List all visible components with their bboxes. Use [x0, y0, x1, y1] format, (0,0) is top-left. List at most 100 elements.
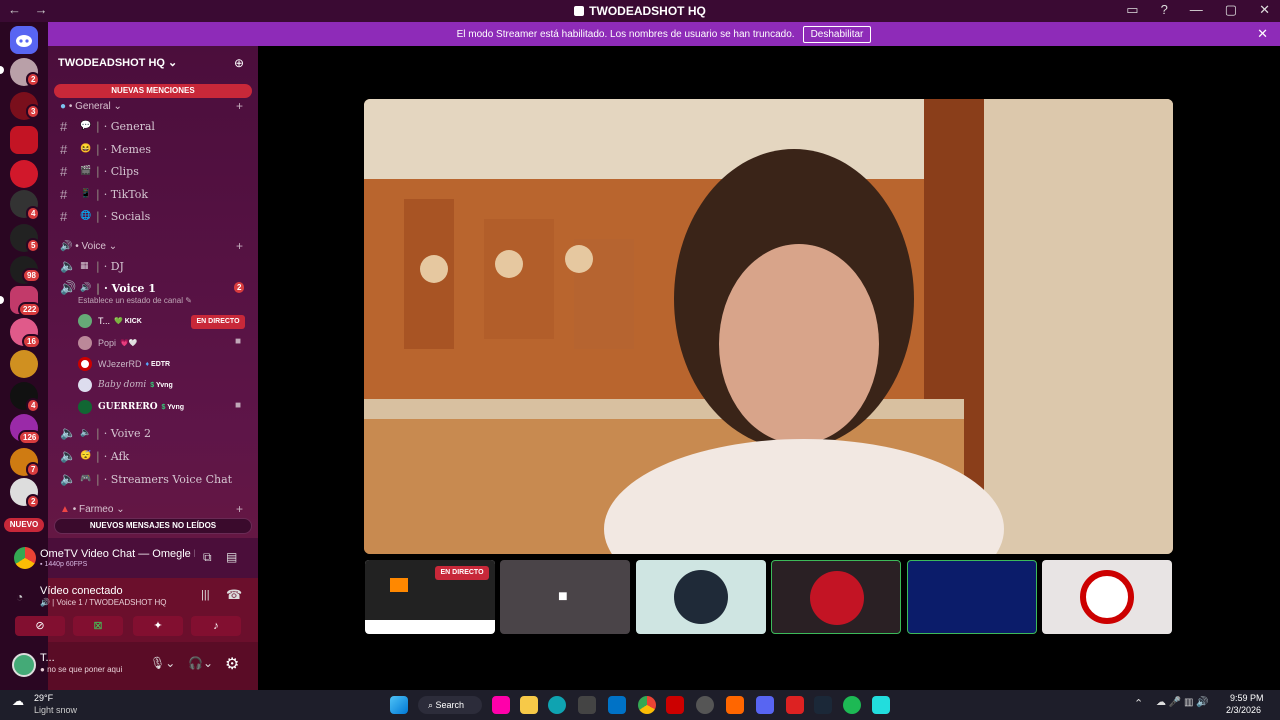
channel-streamers[interactable]: 🔈 🎮 | · Streamers Voice Chat: [60, 469, 250, 489]
participant-tile[interactable]: [771, 560, 901, 634]
speaker-icon: 🔈: [60, 448, 77, 463]
channel-tiktok[interactable]: # 📱 | · TikTok: [60, 184, 250, 204]
channel-general[interactable]: # 💬 | · General: [60, 116, 250, 136]
server-name-header[interactable]: TWODEADSHOT HQ ⌄: [58, 56, 177, 69]
voice-channel-info[interactable]: 🔊 | Voice 1 / TWODEADSHOT HQ: [40, 598, 166, 607]
channel-voice1[interactable]: 🔊 🔊 | · Voice 1: [60, 278, 250, 298]
disable-button[interactable]: Deshabilitar: [802, 25, 872, 43]
chrome-icon[interactable]: [638, 696, 656, 714]
clock-time[interactable]: 9:59 PM: [1230, 693, 1264, 703]
avatar[interactable]: [12, 653, 36, 677]
discord-icon[interactable]: [756, 696, 774, 714]
soundboard-icon: ♪: [213, 620, 219, 632]
store-icon[interactable]: [578, 696, 596, 714]
close-icon[interactable]: ✕: [1257, 26, 1268, 42]
speaker-icon: 🔊: [80, 283, 92, 293]
speaker-icon: 🔈: [80, 428, 92, 438]
screen-share-icon[interactable]: ⧉: [203, 550, 212, 565]
inbox-icon[interactable]: ▭: [1126, 2, 1138, 18]
participant-tile[interactable]: ■: [500, 560, 630, 634]
channel-label: · Voice 1: [104, 281, 156, 295]
edge-icon[interactable]: [548, 696, 566, 714]
add-member-icon[interactable]: ⊕: [234, 56, 244, 70]
app-icon[interactable]: [786, 696, 804, 714]
minimize-button[interactable]: —: [1190, 2, 1203, 18]
tray-icons[interactable]: ☁ 🎤 ▥ 🔊: [1156, 697, 1209, 708]
camera-icon: ■: [235, 336, 242, 347]
new-messages-pill[interactable]: NUEVOS MENSAJES NO LEÍDOS: [54, 518, 252, 534]
headphones-icon[interactable]: 🎧⌄: [188, 656, 213, 670]
file-explorer-icon[interactable]: [520, 696, 538, 714]
channel-memes[interactable]: # 😆 | · Memes: [60, 139, 250, 159]
github-icon[interactable]: [696, 696, 714, 714]
speaker-icon: 🔈: [60, 471, 77, 486]
avatar: [78, 400, 92, 414]
avatar: [78, 314, 92, 328]
soundboard-button[interactable]: ♪: [191, 616, 241, 636]
signal-icon[interactable]: ◔: [16, 590, 23, 604]
copilot-icon[interactable]: [492, 696, 510, 714]
weather-icon[interactable]: ☁: [12, 694, 24, 708]
close-button[interactable]: ✕: [1259, 2, 1270, 18]
channel-status[interactable]: Establece un estado de canal ✎: [78, 296, 192, 305]
participant-tile[interactable]: [907, 560, 1037, 634]
globe-icon: 🌐: [80, 211, 92, 221]
search-box[interactable]: ⌕ Search: [418, 696, 482, 714]
clock-date[interactable]: 2/3/2026: [1226, 705, 1261, 715]
activities-icon: ✦: [153, 620, 163, 632]
activity-icon[interactable]: ▤: [226, 550, 237, 564]
camera-off-button[interactable]: ⊘: [15, 616, 65, 636]
add-channel-icon[interactable]: +: [236, 502, 243, 516]
voice-user[interactable]: T... 💚 KICK: [78, 312, 142, 330]
channel-socials[interactable]: # 🌐 | · Socials: [60, 206, 250, 226]
app-icon[interactable]: [726, 696, 744, 714]
start-icon[interactable]: [390, 696, 408, 714]
mention-badge: 16: [22, 334, 41, 349]
user-status-text: no se que poner aqui: [47, 665, 123, 674]
channel-afk[interactable]: 🔈 😴 | · Afk: [60, 446, 250, 466]
activities-button[interactable]: ✦: [133, 616, 183, 636]
voice-user[interactable]: Baby domi $ Yvng: [78, 376, 173, 394]
speaker-icon: 🔊: [60, 280, 77, 295]
spotify-icon[interactable]: [843, 696, 861, 714]
voice-user[interactable]: Popi 💗🤍: [78, 334, 137, 352]
maximize-button[interactable]: ▢: [1225, 2, 1237, 18]
participant-tile[interactable]: [1042, 560, 1172, 634]
category-farmeo[interactable]: ▲ • Farmeo ⌄: [60, 504, 125, 515]
discord-home-icon[interactable]: [10, 26, 38, 54]
heart-icon: 💗🤍: [120, 340, 138, 347]
microphone-icon[interactable]: 🎙⌄: [150, 656, 175, 670]
new-mentions-pill[interactable]: NUEVAS MENCIONES: [54, 84, 252, 98]
channel-dj[interactable]: 🔈 ▦ | · DJ: [60, 256, 250, 276]
participant-tile[interactable]: [636, 560, 766, 634]
category-voice[interactable]: 🔊 • Voice ⌄: [60, 241, 117, 252]
weather-temp: 29°F: [34, 693, 54, 703]
category-general[interactable]: ● • General ⌄: [60, 101, 122, 112]
disconnect-icon[interactable]: ☎: [226, 587, 242, 603]
app-icon[interactable]: [666, 696, 684, 714]
chevron-down-icon: ⌄: [168, 57, 178, 69]
help-icon[interactable]: ?: [1161, 2, 1168, 18]
avatar: [78, 336, 92, 350]
steam-icon[interactable]: [814, 696, 832, 714]
channel-label: · TikTok: [103, 187, 149, 201]
add-channel-icon[interactable]: +: [236, 99, 243, 113]
screen-share-button[interactable]: ⊠: [73, 616, 123, 636]
outlook-icon[interactable]: [608, 696, 626, 714]
voice-user[interactable]: WJezerRD ♦ EDTR: [78, 355, 170, 373]
video-frame: [364, 99, 1173, 554]
channel-voive2[interactable]: 🔈 🔈 | · Voive 2: [60, 423, 250, 443]
channel-clips[interactable]: # 🎬 | · Clips: [60, 161, 250, 181]
voice-user[interactable]: GUERRERO $ Yvng: [78, 398, 184, 416]
notepad-icon[interactable]: [872, 696, 890, 714]
main-video-stream[interactable]: [364, 99, 1173, 554]
server-icon[interactable]: [10, 350, 38, 378]
stream-tile[interactable]: EN DIRECTO: [365, 560, 495, 634]
noise-suppression-icon[interactable]: |||: [201, 589, 210, 601]
server-icon[interactable]: [10, 126, 38, 154]
add-channel-icon[interactable]: +: [236, 239, 243, 253]
tray-chevron-icon[interactable]: ⌃: [1134, 697, 1143, 710]
server-icon[interactable]: [10, 160, 38, 188]
settings-gear-icon[interactable]: ⚙: [225, 654, 239, 674]
new-pill[interactable]: NUEVO: [4, 518, 44, 532]
